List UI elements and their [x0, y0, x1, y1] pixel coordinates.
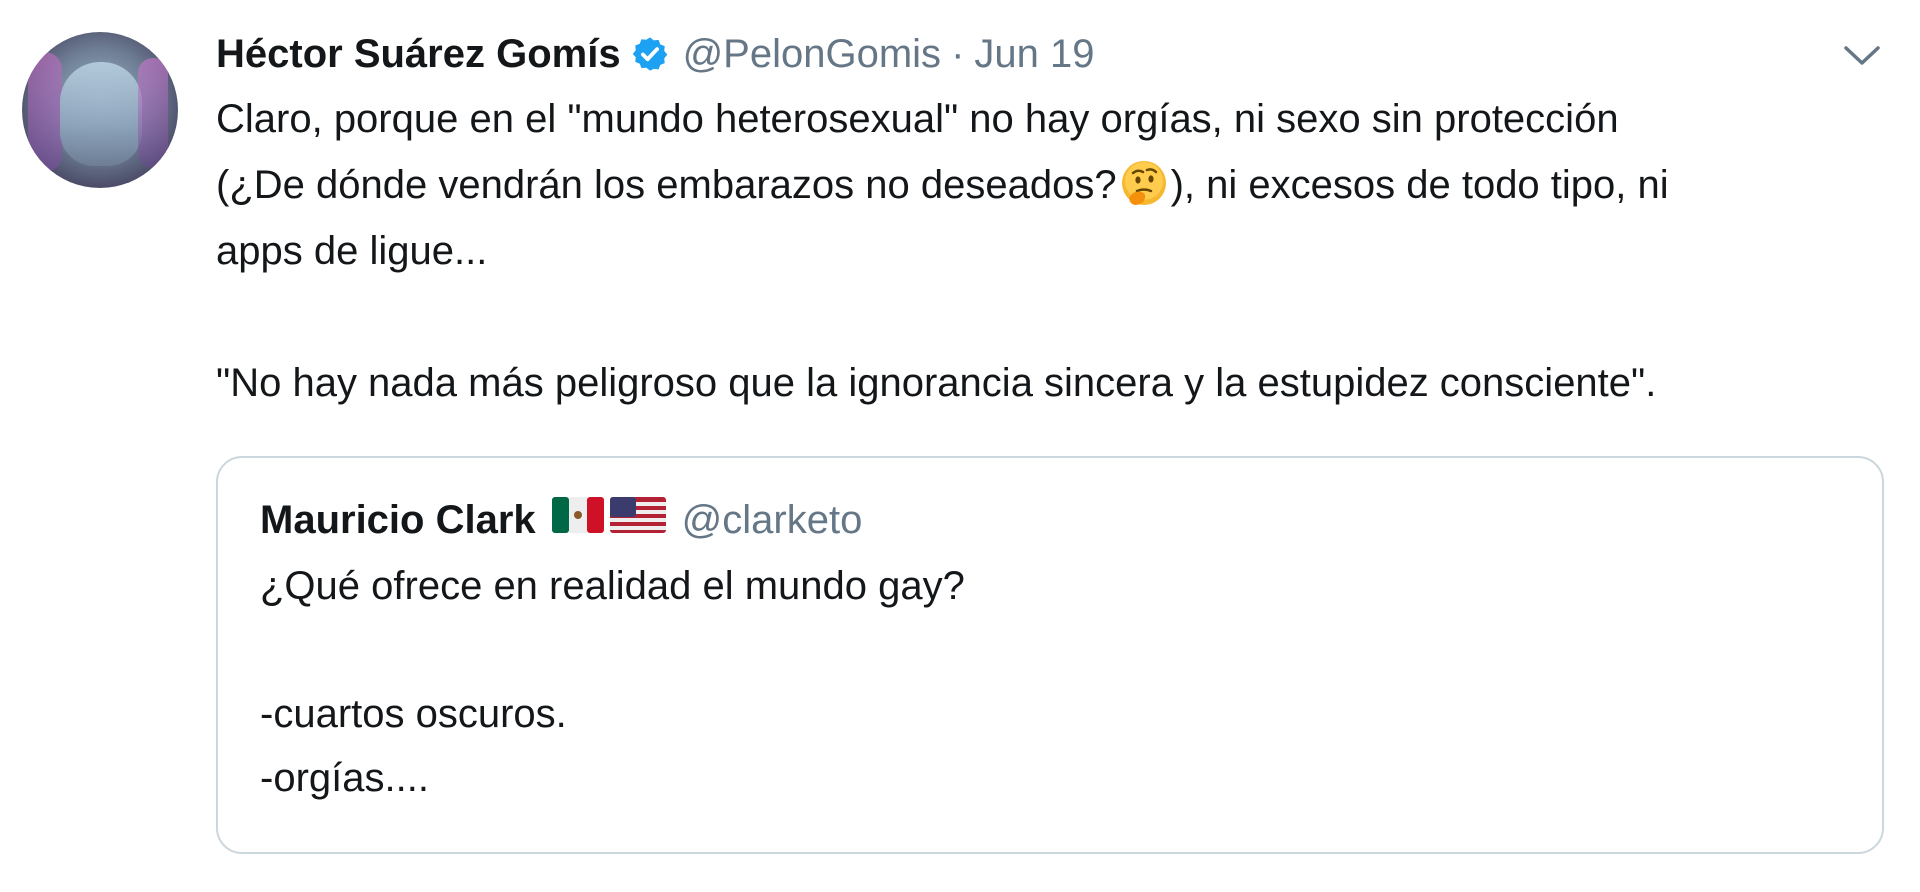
chevron-down-icon	[1842, 44, 1882, 73]
usa-flag-icon	[609, 495, 666, 545]
verified-badge-icon	[631, 35, 669, 73]
author-name[interactable]: Héctor Suárez Gomís	[216, 32, 621, 77]
quoted-tweet[interactable]: Mauricio Clark @clarketo ¿Qué ofrece en …	[216, 456, 1884, 854]
avatar-face	[60, 62, 142, 166]
quoted-text-line: -orgías....	[260, 756, 429, 800]
avatar[interactable]	[22, 32, 178, 188]
tweet-text-fragment: (¿De dónde vendrán los embarazos no dese…	[216, 163, 1117, 207]
thinking-face-emoji	[1119, 158, 1169, 208]
tweet-text-line: apps de ligue...	[216, 229, 488, 273]
tweet-text-line: (¿De dónde vendrán los embarazos no dese…	[216, 152, 1896, 218]
flag-emojis	[551, 495, 666, 545]
tweet-menu-button[interactable]	[1838, 34, 1886, 82]
quoted-text-line: ¿Qué ofrece en realidad el mundo gay?	[260, 564, 965, 608]
avatar-shade	[138, 58, 168, 168]
quoted-author-handle: @clarketo	[681, 497, 863, 542]
tweet-date[interactable]: Jun 19	[974, 32, 1094, 77]
quoted-text-line: -cuartos oscuros.	[260, 692, 567, 736]
tweet-text: Claro, porque en el "mundo heterosexual"…	[216, 86, 1896, 416]
avatar-shade	[28, 52, 62, 172]
quoted-tweet-text: ¿Qué ofrece en realidad el mundo gay? -c…	[260, 554, 965, 810]
tweet-text-line: "No hay nada más peligroso que la ignora…	[216, 361, 1657, 405]
mexico-flag-icon	[551, 495, 604, 545]
tweet-text-fragment: ), ni excesos de todo tipo, ni	[1170, 163, 1669, 207]
tweet-header: Héctor Suárez Gomís @PelonGomis · Jun 19	[216, 26, 1095, 82]
tweet-card: Héctor Suárez Gomís @PelonGomis · Jun 19…	[0, 0, 1920, 892]
quoted-author-name: Mauricio Clark	[260, 497, 536, 542]
author-handle[interactable]: @PelonGomis	[683, 32, 941, 77]
tweet-text-line: Claro, porque en el "mundo heterosexual"…	[216, 97, 1619, 141]
quoted-tweet-header: Mauricio Clark @clarketo	[260, 492, 862, 548]
separator-dot: ·	[951, 31, 965, 76]
